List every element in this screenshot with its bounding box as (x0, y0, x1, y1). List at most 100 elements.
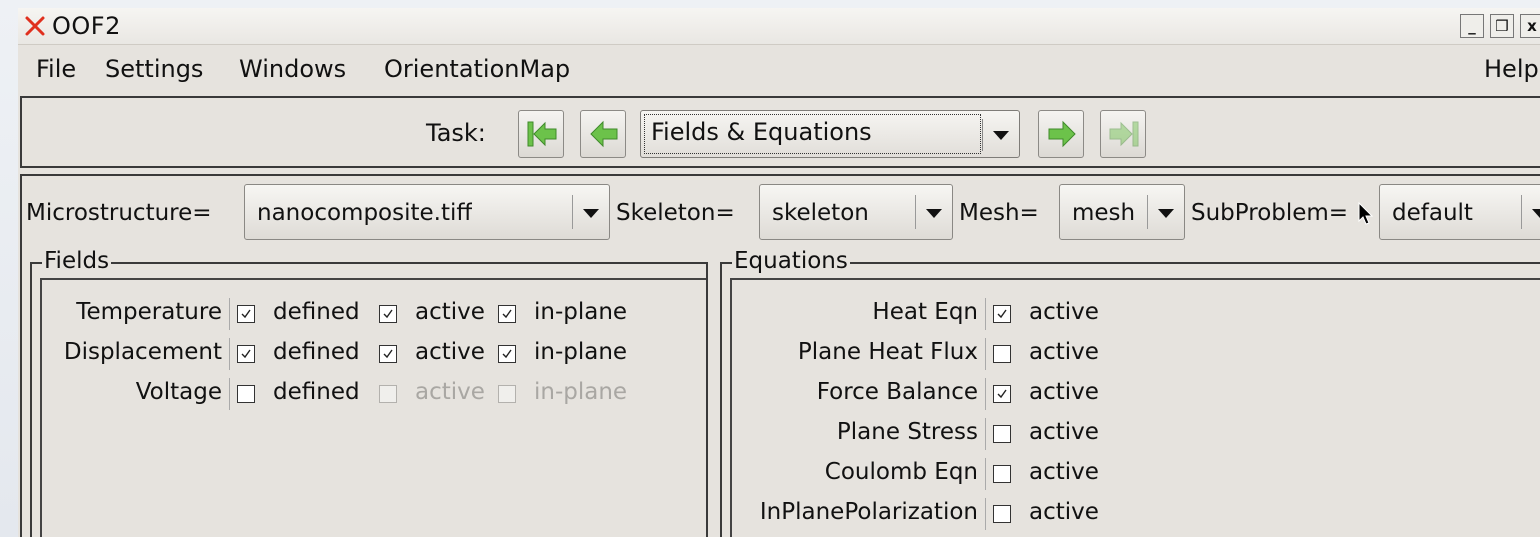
defined-checkbox[interactable] (237, 305, 255, 323)
next-task-button[interactable] (1038, 110, 1084, 158)
active-checkbox[interactable] (379, 305, 397, 323)
previous-task-button[interactable] (580, 110, 626, 158)
field-name: Displacement (63, 339, 222, 365)
menu-bar: File Settings Windows OrientationMap Hel… (18, 48, 1540, 92)
last-task-button[interactable] (1100, 110, 1146, 158)
subproblem-divider (1521, 195, 1522, 229)
defined-checkbox[interactable] (237, 345, 255, 363)
active-checkbox[interactable] (993, 505, 1011, 523)
equation-row-separator (985, 298, 986, 330)
equation-row-separator (985, 338, 986, 370)
go-to-first-icon (527, 121, 557, 147)
equation-row: Heat Eqn active (732, 298, 1540, 330)
microstructure-label: Microstructure= (26, 200, 212, 226)
task-selector-divider (982, 119, 983, 151)
active-checkbox[interactable] (993, 385, 1011, 403)
equation-row: Plane Heat Flux active (732, 338, 1540, 370)
fields-content: Temperature defined active in-plane Displace… (40, 278, 706, 537)
active-label: active (1029, 339, 1099, 365)
fields-frame-title: Fields (42, 248, 112, 274)
oof2-window: OOF2 _ ❒ x File Settings Windows Orienta… (18, 8, 1540, 537)
equations-frame-title: Equations (732, 248, 850, 274)
microstructure-value: nanocomposite.tiff (257, 200, 473, 226)
equation-row-separator (985, 378, 986, 410)
chevron-down-icon (1532, 209, 1540, 218)
active-label: active (415, 379, 485, 405)
field-row-separator (229, 298, 230, 330)
chevron-down-icon (993, 131, 1009, 140)
equation-row: Force Balance active (732, 378, 1540, 410)
chevron-down-icon (926, 209, 942, 218)
window-title: OOF2 (52, 12, 121, 40)
equation-name: Force Balance (816, 379, 978, 405)
in-plane-label: in-plane (534, 339, 628, 365)
defined-label: defined (273, 379, 360, 405)
menu-help[interactable]: Help (1484, 55, 1539, 83)
menu-orientation-map[interactable]: OrientationMap (384, 55, 570, 83)
skeleton-value: skeleton (772, 200, 869, 226)
active-checkbox[interactable] (993, 345, 1011, 363)
go-to-last-icon (1109, 121, 1139, 147)
equation-name: Heat Eqn (872, 299, 978, 325)
equation-row-separator (985, 498, 986, 530)
microstructure-divider (572, 195, 573, 229)
chevron-down-icon (583, 209, 599, 218)
field-row: Displacement defined active in-plane (42, 338, 702, 370)
mesh-selector[interactable]: mesh (1059, 184, 1185, 240)
menu-windows[interactable]: Windows (239, 55, 346, 83)
active-label: active (1029, 499, 1099, 525)
defined-checkbox[interactable] (237, 385, 255, 403)
chevron-down-icon (1158, 209, 1174, 218)
title-bar[interactable]: OOF2 _ ❒ x (18, 8, 1540, 45)
equations-frame: Equations Heat Eqn active Plane Heat Flux a… (720, 248, 1540, 537)
active-checkbox[interactable] (993, 465, 1011, 483)
task-label: Task: (426, 119, 486, 147)
equation-name: Coulomb Eqn (824, 459, 978, 485)
active-checkbox[interactable] (993, 425, 1011, 443)
fields-equations-panel: Microstructure= nanocomposite.tiff Skele… (20, 174, 1540, 537)
equation-name: InPlanePolarization (759, 499, 978, 525)
equation-row-separator (985, 418, 986, 450)
menu-settings[interactable]: Settings (105, 55, 203, 83)
microstructure-selector[interactable]: nanocomposite.tiff (244, 184, 610, 240)
defined-label: defined (273, 339, 360, 365)
equation-name: Plane Heat Flux (797, 339, 978, 365)
in-plane-checkbox[interactable] (498, 345, 516, 363)
menu-file[interactable]: File (36, 55, 76, 83)
mouse-pointer-icon (1358, 202, 1374, 225)
field-row-separator (229, 338, 230, 370)
active-label: active (1029, 299, 1099, 325)
active-label: active (1029, 379, 1099, 405)
active-label: active (1029, 459, 1099, 485)
mesh-divider (1147, 195, 1148, 229)
restore-button[interactable]: ❒ (1490, 14, 1514, 38)
equation-row: InPlanePolarization active (732, 498, 1540, 530)
equation-name: Plane Stress (836, 419, 978, 445)
field-name: Temperature (76, 299, 222, 325)
subproblem-value: default (1392, 200, 1473, 226)
equation-row-separator (985, 458, 986, 490)
skeleton-selector[interactable]: skeleton (759, 184, 953, 240)
first-task-button[interactable] (518, 110, 564, 158)
active-label: active (415, 299, 485, 325)
task-selector[interactable]: Fields & Equations (640, 110, 1020, 158)
equation-row: Coulomb Eqn active (732, 458, 1540, 490)
in-plane-label: in-plane (534, 299, 628, 325)
minimize-button[interactable]: _ (1460, 14, 1484, 38)
fields-frame: Fields Temperature defined active in-plane D… (30, 248, 708, 537)
field-row: Temperature defined active in-plane (42, 298, 702, 330)
active-checkbox[interactable] (993, 305, 1011, 323)
defined-label: defined (273, 299, 360, 325)
go-back-icon (590, 120, 618, 148)
close-button[interactable]: x (1520, 14, 1540, 38)
in-plane-label: in-plane (534, 379, 628, 405)
active-checkbox (379, 385, 397, 403)
active-label: active (1029, 419, 1099, 445)
field-row: Voltage defined active in-plane (42, 378, 702, 410)
in-plane-checkbox (498, 385, 516, 403)
in-plane-checkbox[interactable] (498, 305, 516, 323)
subproblem-selector[interactable]: default (1379, 184, 1540, 240)
active-checkbox[interactable] (379, 345, 397, 363)
task-toolbar: Task: Fields & Equations (20, 96, 1540, 168)
skeleton-divider (915, 195, 916, 229)
